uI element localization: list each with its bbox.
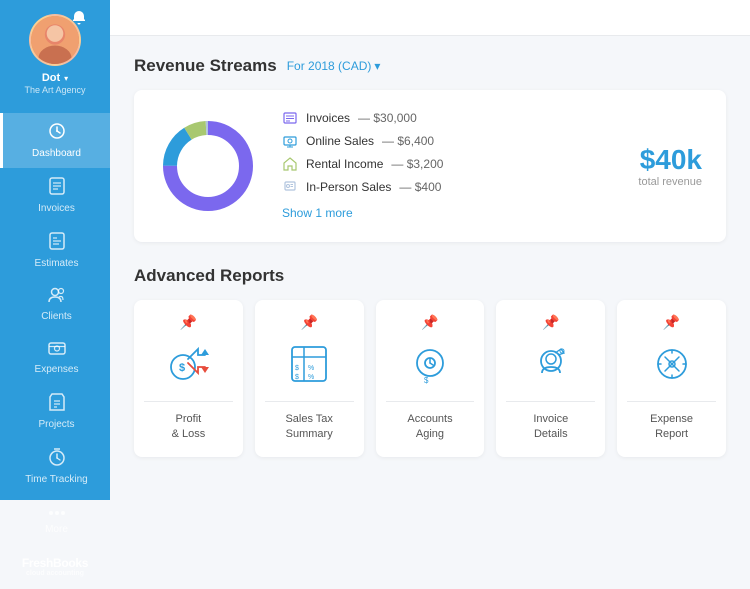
- sidebar: Dot ▾ The Art Agency Dashboard: [0, 0, 110, 500]
- sidebar-item-expenses[interactable]: Expenses: [0, 331, 110, 384]
- sidebar-item-estimates-label: Estimates: [35, 258, 79, 269]
- period-chevron-icon: ▾: [374, 59, 380, 73]
- sidebar-item-dashboard-label: Dashboard: [32, 148, 81, 159]
- sidebar-item-clients-label: Clients: [41, 311, 72, 322]
- pin-icon-expense-report: 📌: [663, 314, 680, 331]
- revenue-streams-title: Revenue Streams: [134, 56, 277, 76]
- avatar-container: [29, 14, 81, 66]
- sales-tax-icon: $ $ % %: [282, 337, 336, 391]
- estimates-icon: [49, 232, 65, 255]
- sidebar-nav: Dashboard Invoices: [0, 113, 110, 544]
- report-divider-4: [506, 401, 595, 402]
- sidebar-item-expenses-label: Expenses: [35, 364, 79, 375]
- legend-item-online-sales: Online Sales — $6,400: [282, 133, 614, 149]
- pin-icon-profit-loss: 📌: [180, 314, 197, 331]
- report-name-profit-loss: Profit& Loss: [172, 412, 206, 443]
- period-selector[interactable]: For 2018 (CAD) ▾: [287, 59, 381, 73]
- sidebar-item-invoices-label: Invoices: [38, 203, 75, 214]
- svg-text:$: $: [295, 365, 299, 372]
- report-divider-3: [386, 401, 475, 402]
- sidebar-item-time-tracking[interactable]: Time Tracking: [0, 439, 110, 494]
- report-card-accounts-aging[interactable]: 📌 $ AccountsAging: [376, 300, 485, 457]
- legend-item-rental: Rental Income — $3,200: [282, 156, 614, 172]
- period-label: For 2018 (CAD): [287, 59, 372, 73]
- total-label: total revenue: [638, 176, 702, 188]
- dashboard-icon: [48, 122, 66, 145]
- profit-loss-icon: $: [161, 337, 215, 391]
- total-revenue: $40k total revenue: [638, 144, 702, 188]
- sidebar-item-invoices[interactable]: Invoices: [0, 168, 110, 223]
- report-name-sales-tax: Sales TaxSummary: [285, 412, 333, 443]
- user-agency: The Art Agency: [24, 85, 85, 95]
- pin-icon-accounts-aging: 📌: [421, 314, 438, 331]
- report-divider-2: [265, 401, 354, 402]
- report-card-profit-loss[interactable]: 📌 $ Profit& Loss: [134, 300, 243, 457]
- accounts-aging-icon: $: [403, 337, 457, 391]
- rental-legend-icon: [282, 156, 298, 172]
- sidebar-item-more[interactable]: More: [0, 494, 110, 544]
- expenses-icon: [48, 340, 66, 361]
- donut-chart: [158, 116, 258, 216]
- clients-icon: [48, 287, 66, 308]
- revenue-legend: Invoices — $30,000 Online Sales — $6,400: [282, 110, 614, 222]
- top-bar: [110, 0, 750, 36]
- report-name-expense-report: ExpenseReport: [650, 412, 693, 443]
- online-sales-legend-icon: [282, 133, 298, 149]
- sidebar-item-time-tracking-label: Time Tracking: [25, 474, 87, 485]
- invoice-details-icon: [524, 337, 578, 391]
- sidebar-footer: FreshBooks cloud accounting: [22, 544, 88, 589]
- pin-icon-invoice-details: 📌: [542, 314, 559, 331]
- svg-text:%: %: [308, 365, 314, 372]
- advanced-reports-section: Advanced Reports 📌 $: [134, 266, 726, 457]
- revenue-streams-header: Revenue Streams For 2018 (CAD) ▾: [134, 56, 726, 76]
- sidebar-item-projects[interactable]: Projects: [0, 384, 110, 439]
- freshbooks-logo: FreshBooks cloud accounting: [22, 556, 88, 577]
- svg-text:$: $: [424, 376, 429, 385]
- sidebar-item-dashboard[interactable]: Dashboard: [0, 113, 110, 168]
- time-tracking-icon: [48, 448, 66, 471]
- invoices-icon: [49, 177, 65, 200]
- pin-icon-sales-tax: 📌: [300, 314, 317, 331]
- svg-text:$: $: [179, 362, 185, 374]
- expense-report-icon: [645, 337, 699, 391]
- user-name: Dot: [42, 72, 60, 84]
- user-info-row[interactable]: Dot ▾: [42, 72, 68, 84]
- report-card-expense-report[interactable]: 📌 ExpenseR: [617, 300, 726, 457]
- revenue-card: Invoices — $30,000 Online Sales — $6,400: [134, 90, 726, 242]
- more-icon: [48, 503, 66, 521]
- invoices-legend-icon: [282, 110, 298, 126]
- report-name-invoice-details: InvoiceDetails: [533, 412, 568, 443]
- report-divider-5: [627, 401, 716, 402]
- content-area: Revenue Streams For 2018 (CAD) ▾: [110, 36, 750, 477]
- report-card-sales-tax[interactable]: 📌 $ $ % % Sales TaxSummary: [255, 300, 364, 457]
- sidebar-header: Dot ▾ The Art Agency: [0, 0, 110, 105]
- chevron-down-icon: ▾: [64, 74, 68, 83]
- reports-grid: 📌 $ Profit& Loss: [134, 300, 726, 457]
- total-amount: $40k: [638, 144, 702, 176]
- show-more-link[interactable]: Show 1 more: [282, 206, 353, 220]
- main-content: Revenue Streams For 2018 (CAD) ▾: [110, 0, 750, 500]
- advanced-reports-title: Advanced Reports: [134, 266, 284, 286]
- svg-text:$: $: [295, 374, 299, 381]
- legend-item-invoices: Invoices — $30,000: [282, 110, 614, 126]
- advanced-reports-header: Advanced Reports: [134, 266, 726, 286]
- report-name-accounts-aging: AccountsAging: [407, 412, 452, 443]
- sidebar-item-clients[interactable]: Clients: [0, 278, 110, 331]
- sidebar-item-estimates[interactable]: Estimates: [0, 223, 110, 278]
- report-card-invoice-details[interactable]: 📌 InvoiceDetails: [496, 300, 605, 457]
- legend-item-inperson: In-Person Sales — $400: [282, 179, 614, 195]
- sidebar-item-projects-label: Projects: [38, 419, 74, 430]
- projects-icon: [49, 393, 65, 416]
- bell-icon[interactable]: [71, 10, 87, 26]
- svg-text:%: %: [308, 374, 314, 381]
- inperson-legend-icon: [282, 179, 298, 195]
- report-divider: [144, 401, 233, 402]
- sidebar-item-more-label: More: [45, 524, 68, 535]
